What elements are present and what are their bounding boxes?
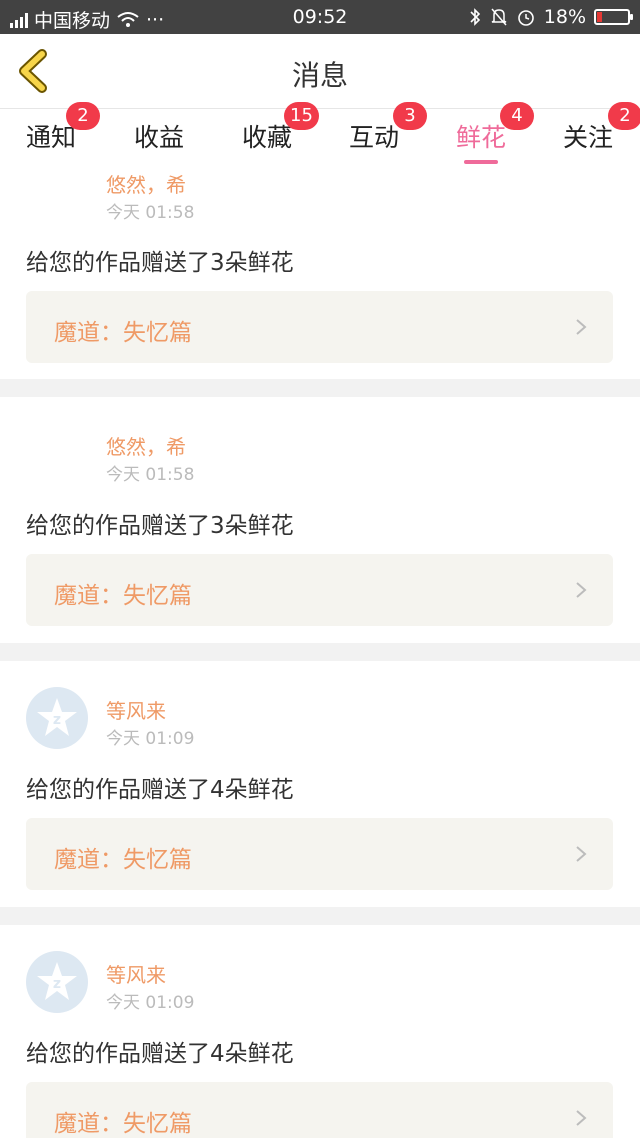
battery-fill [597, 12, 602, 22]
work-link[interactable]: 魔道：失忆篇 [26, 554, 613, 626]
chevron-right-icon [576, 1110, 587, 1126]
sender-name[interactable]: 悠然，希 [106, 431, 186, 460]
sender-name[interactable]: 等风来 [106, 959, 166, 988]
work-title: 魔道：失忆篇 [54, 320, 192, 346]
bluetooth-icon [470, 8, 480, 26]
work-title: 魔道：失忆篇 [54, 583, 192, 609]
message-time: 今天 01:58 [106, 203, 195, 223]
work-link[interactable]: 魔道：失忆篇 [26, 1082, 613, 1138]
tab-follow[interactable]: 关注 2 [533, 102, 640, 167]
list-item[interactable]: z 等风来 今天 01:09 给您的作品赠送了4朵鲜花 魔道：失忆篇 [0, 661, 640, 907]
tab-active-indicator [464, 160, 498, 164]
message-time: 今天 01:58 [106, 465, 195, 485]
work-title: 魔道：失忆篇 [54, 847, 192, 873]
page-title: 消息 [291, 59, 348, 92]
battery-percent: 18% [543, 6, 586, 28]
message-text: 给您的作品赠送了4朵鲜花 [26, 777, 294, 803]
message-text: 给您的作品赠送了4朵鲜花 [26, 1041, 294, 1067]
message-time: 今天 01:09 [106, 729, 195, 749]
tab-badge: 2 [66, 102, 100, 130]
mute-bell-icon [491, 8, 507, 26]
default-avatar-star-icon: z [37, 698, 77, 736]
tab-earnings[interactable]: 收益 [104, 109, 214, 167]
message-time: 今天 01:09 [106, 993, 195, 1013]
list-item[interactable]: 悠然，希 今天 01:58 给您的作品赠送了3朵鲜花 魔道：失忆篇 [0, 397, 640, 643]
message-text: 给您的作品赠送了3朵鲜花 [26, 250, 294, 276]
tab-label: 收益 [133, 123, 184, 152]
tab-badge: 4 [500, 102, 534, 130]
tab-favorites[interactable]: 收藏 15 [212, 102, 322, 167]
status-right: 18% [468, 6, 633, 28]
chevron-right-icon [576, 846, 587, 862]
tab-badge: 3 [393, 102, 427, 130]
battery-icon [594, 9, 633, 25]
tab-notice[interactable]: 通知 2 [0, 102, 106, 167]
tab-flowers[interactable]: 鲜花 4 [426, 102, 536, 167]
work-link[interactable]: 魔道：失忆篇 [26, 291, 613, 363]
message-text: 给您的作品赠送了3朵鲜花 [26, 513, 294, 539]
work-title: 魔道：失忆篇 [54, 1111, 192, 1137]
list-item[interactable]: z 等风来 今天 01:09 给您的作品赠送了4朵鲜花 魔道：失忆篇 [0, 925, 640, 1138]
work-link[interactable]: 魔道：失忆篇 [26, 818, 613, 890]
tab-badge: 15 [284, 102, 319, 130]
avatar[interactable]: z [26, 687, 88, 749]
alarm-icon [517, 10, 534, 26]
list-item[interactable]: 悠然，希 今天 01:58 给您的作品赠送了3朵鲜花 魔道：失忆篇 [0, 167, 640, 379]
chevron-right-icon [576, 319, 587, 335]
default-avatar-star-icon: z [37, 962, 77, 1000]
nav-header: 消息 [0, 34, 640, 109]
tab-bar: 通知 2 收益 收藏 15 互动 3 鲜花 4 关注 2 [0, 102, 640, 167]
status-bar: 中国移动 ··· 09:52 18% [0, 0, 640, 34]
tab-badge: 2 [608, 102, 640, 130]
svg-text:z: z [53, 976, 61, 992]
sender-name[interactable]: 悠然，希 [106, 169, 186, 198]
avatar[interactable]: z [26, 951, 88, 1013]
chevron-right-icon [576, 582, 587, 598]
tab-interaction[interactable]: 互动 3 [319, 102, 429, 167]
svg-text:z: z [53, 712, 61, 728]
sender-name[interactable]: 等风来 [106, 695, 166, 724]
